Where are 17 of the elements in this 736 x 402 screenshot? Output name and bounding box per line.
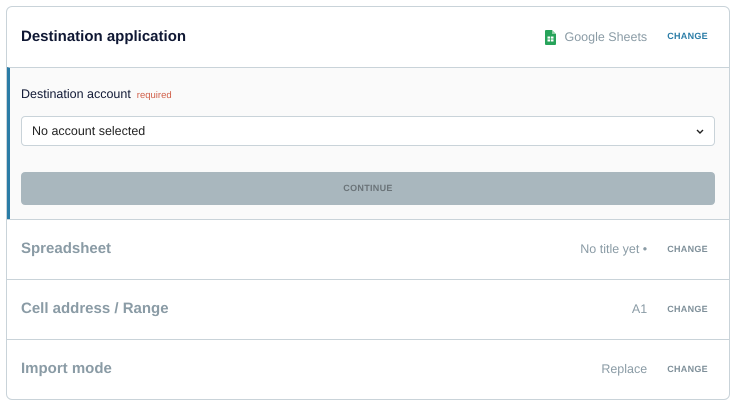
spreadsheet-icon <box>545 30 556 44</box>
change-link[interactable]: CHANGE <box>667 362 708 376</box>
step-title: Import mode <box>21 359 112 380</box>
step-value: Google Sheets <box>564 28 648 46</box>
change-link[interactable]: CHANGE <box>667 242 708 256</box>
change-link[interactable]: CHANGE <box>667 30 708 44</box>
step-title: Destination application <box>21 26 186 47</box>
required-note: required <box>136 90 172 101</box>
account-select[interactable]: No account selected <box>21 116 715 146</box>
step-value: No title yet • <box>580 241 648 258</box>
step-title: Cell address / Range <box>21 299 169 320</box>
step-value: A1 <box>632 301 648 318</box>
step-title: Spreadsheet <box>21 239 112 260</box>
field-label: Destination account <box>21 87 131 101</box>
change-link[interactable]: CHANGE <box>667 302 708 316</box>
step-value: Replace <box>601 361 648 378</box>
chevron-down-icon <box>696 128 704 134</box>
